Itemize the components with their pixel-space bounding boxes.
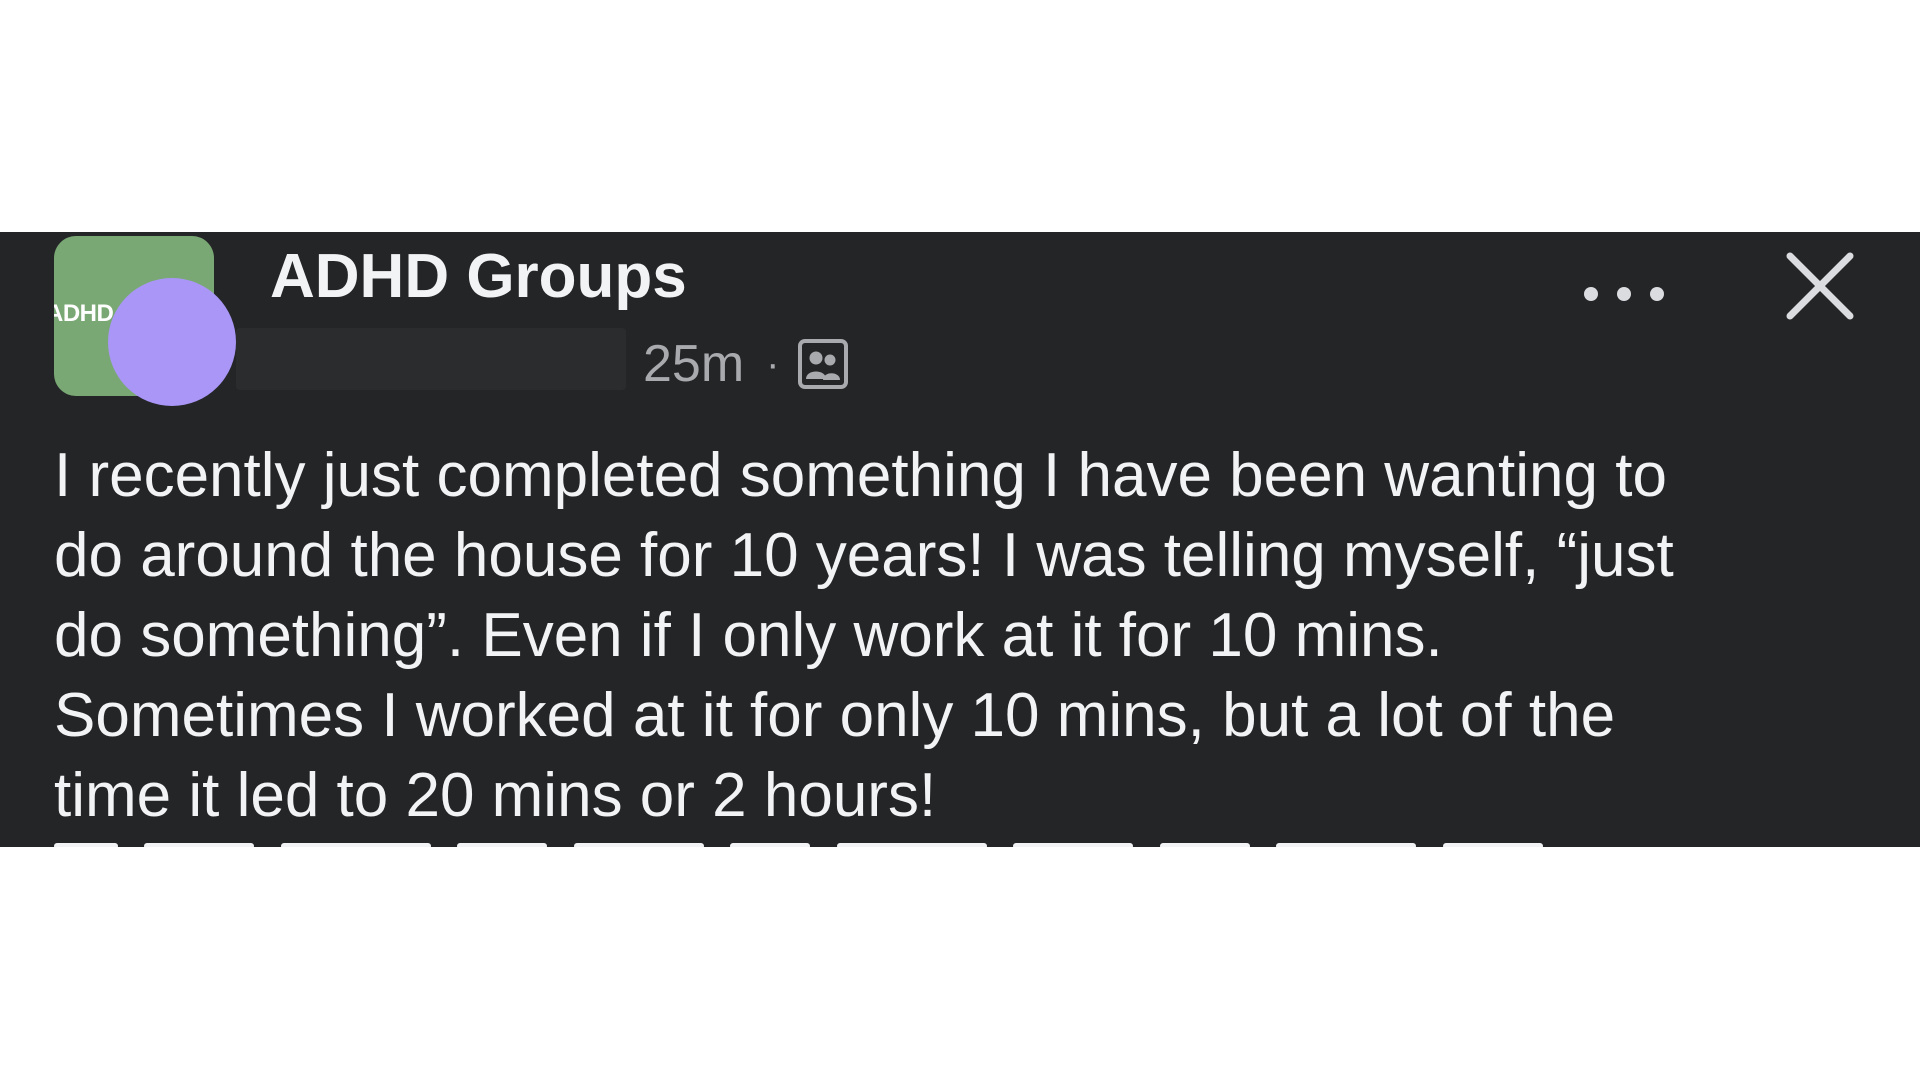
group-avatar-label: ADHD [54,300,114,327]
more-options-button[interactable] [1584,274,1664,314]
post-body-line: do something”. Even if I only work at it… [54,601,1443,670]
post-body-line: Sometimes I worked at it for only 10 min… [54,681,1616,750]
group-members-icon [798,339,849,389]
more-dot [1650,287,1664,301]
post-body-line: do around the house for 10 years! I was … [54,521,1674,590]
redacted-author-name [236,328,626,390]
meta-separator: · [766,342,780,386]
more-dot [1584,287,1598,301]
post-body-line: time it led to 20 mins or 2 hours! [54,761,937,830]
truncated-text-line [54,836,1874,847]
post-body-line: I recently just completed something I ha… [54,441,1667,510]
close-icon[interactable] [1782,248,1858,324]
user-avatar[interactable] [108,278,236,406]
screenshot-canvas: ADHD ADHD Groups 25m · I recently just c… [0,0,1920,1080]
post-body: I recently just completed something I ha… [54,436,1874,836]
group-name[interactable]: ADHD Groups [270,246,687,308]
post-timestamp[interactable]: 25m [643,338,744,390]
group-post-card: ADHD ADHD Groups 25m · I recently just c… [0,232,1920,847]
post-meta: 25m · [643,336,849,392]
more-dot [1617,287,1631,301]
